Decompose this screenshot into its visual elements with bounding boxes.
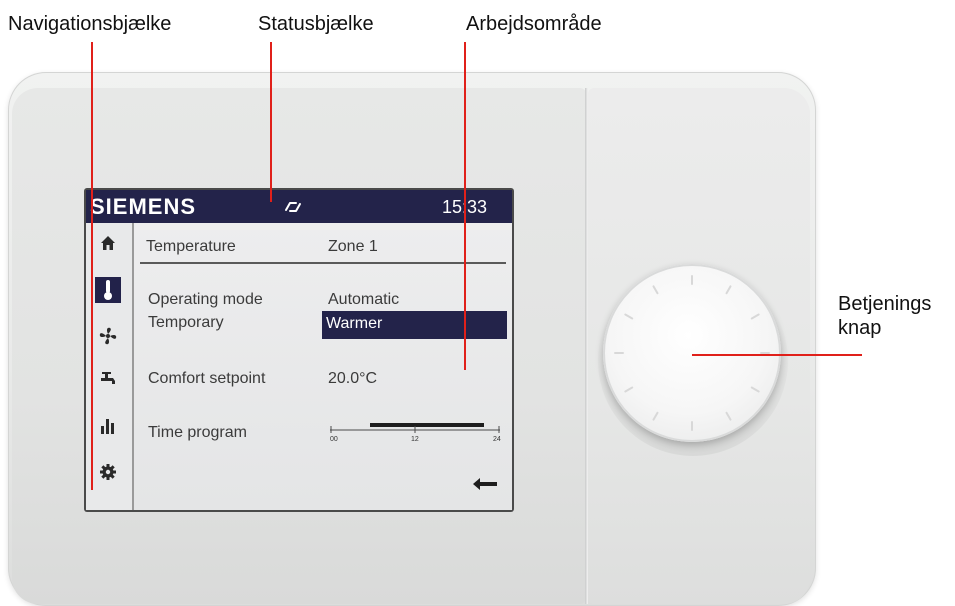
knob-tick-marks [614,275,770,431]
tick-label-00: 00 [330,436,338,443]
comfort-setpoint-value[interactable]: 20.0°C [328,370,377,388]
callout-status-bar: Statusbjælke [258,13,374,35]
time-program-label: Time program [148,424,247,441]
tick-label-12: 12 [411,436,419,443]
nav-item-statistics[interactable] [95,413,121,439]
fan-icon [99,327,117,345]
tick-label-24: 24 [493,436,501,443]
temporary-selected-option[interactable]: Warmer [322,311,507,339]
thermometer-icon [104,280,112,300]
display-screen: SIEMENS 15:33 [86,190,512,510]
nav-item-hot-water[interactable] [95,367,121,393]
comfort-setpoint-label: Comfort setpoint [148,370,266,387]
control-knob[interactable] [603,264,781,442]
operating-mode-value[interactable]: Automatic [328,291,399,309]
header-label: Temperature [146,238,236,255]
connection-icon [285,202,301,212]
leader-line-knob [692,354,862,356]
nav-item-home[interactable] [95,230,121,256]
nav-item-temperature[interactable] [95,277,121,303]
navigation-bar [86,223,134,510]
operating-mode-label: Operating mode [148,291,263,308]
header-value: Zone 1 [328,238,378,255]
nav-item-settings[interactable] [95,459,121,485]
callout-control-knob-line1: Betjenings [838,293,932,315]
nav-item-ventilation[interactable] [95,323,121,349]
callout-control-knob: Betjenings knap [838,292,931,340]
time-program-bar[interactable]: 00 12 24 [330,417,502,443]
gear-icon [100,464,116,480]
temporary-value: Warmer [326,315,383,332]
back-arrow-icon[interactable] [472,477,498,491]
callout-work-area: Arbejdsområde [466,13,602,35]
callout-control-knob-line2: knap [838,317,882,339]
status-bar: SIEMENS 15:33 [86,190,512,223]
panel-divider [585,88,588,604]
leader-line-status [270,42,272,202]
brand-logo: SIEMENS [90,194,197,219]
header-divider [140,262,506,264]
temporary-label: Temporary [148,314,224,331]
home-icon [101,236,115,250]
water-tap-icon [101,372,115,384]
leader-line-navigation [91,42,93,490]
bar-chart-icon [101,419,114,434]
callout-navigation-bar: Navigationsbjælke [8,13,172,35]
leader-line-work-area [464,42,466,370]
